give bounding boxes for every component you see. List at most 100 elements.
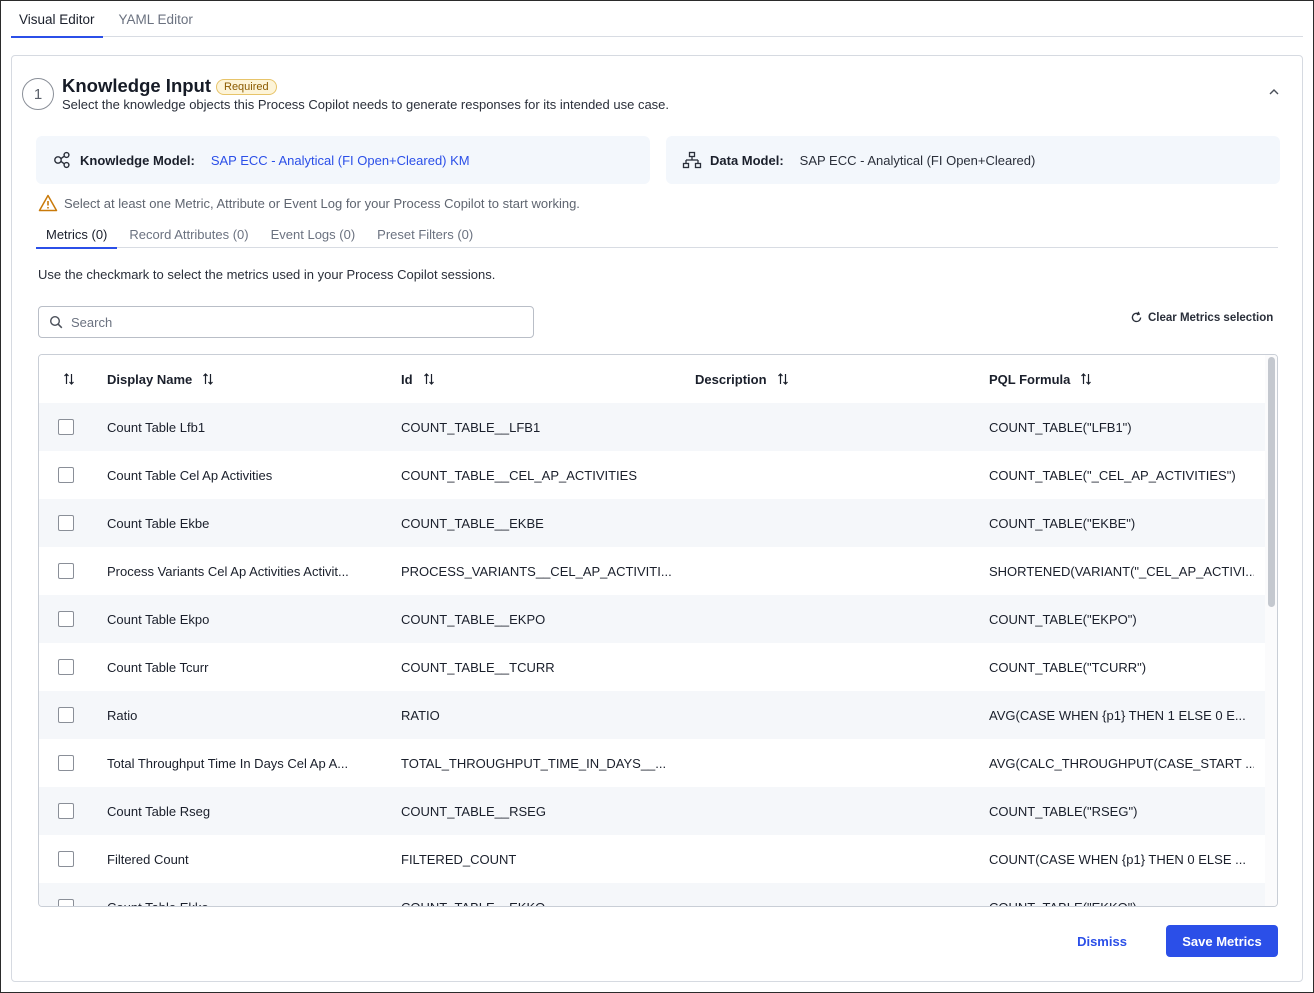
knowledge-tabs: Metrics (0) Record Attributes (0) Event …: [36, 220, 1278, 249]
cell-description: [695, 499, 975, 547]
cell-pql-formula: COUNT_TABLE("LFB1"): [989, 419, 1132, 435]
cell-id: PROCESS_VARIANTS__CEL_AP_ACTIVITI...: [401, 563, 672, 579]
row-checkbox[interactable]: [58, 851, 74, 867]
tab-metrics[interactable]: Metrics (0): [36, 220, 118, 249]
search-field[interactable]: [38, 306, 534, 338]
cell-id: COUNT_TABLE__CEL_AP_ACTIVITIES: [401, 467, 638, 483]
section-subtitle: Select the knowledge objects this Proces…: [62, 97, 670, 112]
cell-pql-formula: COUNT_TABLE("_CEL_AP_ACTIVITIES"): [989, 467, 1236, 483]
cell-display-name: Count Table Tcurr: [107, 659, 209, 675]
column-header-display-name[interactable]: Display Name: [107, 355, 214, 403]
cell-description: [695, 883, 975, 906]
cell-id: COUNT_TABLE__EKPO: [401, 611, 546, 627]
row-checkbox[interactable]: [58, 515, 74, 531]
cell-pql-formula: COUNT_TABLE("TCURR"): [989, 659, 1147, 675]
section-title: Knowledge Input: [62, 75, 212, 96]
cell-id: TOTAL_THROUGHPUT_TIME_IN_DAYS__...: [401, 755, 667, 771]
row-checkbox[interactable]: [58, 707, 74, 723]
column-label: Id: [401, 371, 413, 387]
knowledge-model-box: Knowledge Model: SAP ECC - Analytical (F…: [36, 136, 650, 184]
cell-description: [695, 547, 975, 595]
cell-display-name: Filtered Count: [107, 851, 189, 867]
knowledge-model-link[interactable]: SAP ECC - Analytical (FI Open+Cleared) K…: [211, 153, 470, 168]
row-checkbox[interactable]: [58, 899, 74, 906]
table-header: Display Name Id Description PQL Formula: [39, 355, 1265, 403]
row-checkbox[interactable]: [58, 419, 74, 435]
cell-pql-formula: SHORTENED(VARIANT("_CEL_AP_ACTIVI...: [989, 563, 1254, 579]
warning-message: Select at least one Metric, Attribute or…: [38, 193, 580, 213]
table-row: Process Variants Cel Ap Activities Activ…: [39, 547, 1265, 595]
cell-display-name: Total Throughput Time In Days Cel Ap A..…: [107, 755, 349, 771]
required-badge: Required: [216, 79, 277, 95]
knowledge-input-card: 1 Knowledge Input Required Select the kn…: [11, 55, 1303, 982]
data-model-label: Data Model:: [710, 152, 784, 168]
step-number: 1: [22, 78, 54, 110]
cell-pql-formula: COUNT(CASE WHEN {p1} THEN 0 ELSE ...: [989, 851, 1246, 867]
scrollbar-thumb[interactable]: [1268, 357, 1275, 607]
cell-display-name: Count Table Lfb1: [107, 419, 206, 435]
sort-icon[interactable]: [423, 373, 435, 385]
sort-icon[interactable]: [777, 373, 789, 385]
editor-tabs: Visual Editor YAML Editor: [11, 1, 1303, 38]
row-checkbox[interactable]: [58, 803, 74, 819]
clear-metrics-button[interactable]: Clear Metrics selection: [1130, 311, 1273, 324]
cell-display-name: Count Table Rseg: [107, 803, 211, 819]
tab-event-logs[interactable]: Event Logs (0): [261, 220, 366, 248]
instructions-text: Use the checkmark to select the metrics …: [38, 267, 496, 282]
table-row: Count Table Rseg COUNT_TABLE__RSEG COUNT…: [39, 787, 1265, 835]
cell-pql-formula: COUNT_TABLE("EKKO"): [989, 899, 1137, 907]
sort-icon[interactable]: [1080, 373, 1092, 385]
row-checkbox[interactable]: [58, 659, 74, 675]
tab-record-attributes[interactable]: Record Attributes (0): [119, 220, 258, 248]
data-model-icon: [682, 150, 702, 170]
clear-metrics-label: Clear Metrics selection: [1148, 311, 1274, 324]
warning-text: Select at least one Metric, Attribute or…: [64, 195, 580, 211]
cell-display-name: Count Table Ekko: [107, 899, 209, 907]
cell-id: COUNT_TABLE__EKKO: [401, 899, 546, 907]
cell-pql-formula: COUNT_TABLE("RSEG"): [989, 803, 1138, 819]
table-row: Count Table Tcurr COUNT_TABLE__TCURR COU…: [39, 643, 1265, 691]
data-model-box: Data Model: SAP ECC - Analytical (FI Ope…: [666, 136, 1280, 184]
column-label: Description: [695, 371, 767, 387]
cell-display-name: Process Variants Cel Ap Activities Activ…: [107, 563, 349, 579]
data-model-value: SAP ECC - Analytical (FI Open+Cleared): [799, 152, 1036, 168]
metrics-table: Display Name Id Description PQL Formula …: [38, 354, 1278, 907]
column-header-description[interactable]: Description: [695, 355, 789, 403]
table-row: Ratio RATIO AVG(CASE WHEN {p1} THEN 1 EL…: [39, 691, 1265, 739]
knowledge-model-icon: [52, 150, 72, 170]
column-header-id[interactable]: Id: [401, 355, 435, 403]
cell-id: COUNT_TABLE__EKBE: [401, 515, 544, 531]
cell-pql-formula: AVG(CASE WHEN {p1} THEN 1 ELSE 0 E...: [989, 707, 1246, 723]
cell-pql-formula: COUNT_TABLE("EKBE"): [989, 515, 1136, 531]
knowledge-model-label: Knowledge Model:: [80, 152, 195, 168]
sort-icon[interactable]: [202, 373, 214, 385]
table-row: Count Table Ekbe COUNT_TABLE__EKBE COUNT…: [39, 499, 1265, 547]
cell-display-name: Count Table Ekpo: [107, 611, 210, 627]
search-input[interactable]: [71, 314, 533, 330]
column-label: PQL Formula: [989, 371, 1071, 387]
table-scrollbar[interactable]: [1265, 355, 1277, 906]
row-checkbox[interactable]: [58, 755, 74, 771]
save-metrics-button[interactable]: Save Metrics: [1166, 925, 1278, 957]
refresh-icon: [1130, 311, 1143, 324]
tab-yaml-editor[interactable]: YAML Editor: [111, 1, 201, 37]
tab-preset-filters[interactable]: Preset Filters (0): [367, 220, 483, 248]
table-row: Count Table Ekko COUNT_TABLE__EKKO COUNT…: [39, 883, 1265, 907]
app-frame: Visual Editor YAML Editor 1 Knowledge In…: [0, 0, 1314, 993]
tab-visual-editor[interactable]: Visual Editor: [11, 1, 103, 38]
dismiss-button[interactable]: Dismiss: [1070, 925, 1134, 957]
cell-id: COUNT_TABLE__RSEG: [401, 803, 546, 819]
row-checkbox[interactable]: [58, 467, 74, 483]
table-row: Count Table Cel Ap Activities COUNT_TABL…: [39, 451, 1265, 499]
cell-id: FILTERED_COUNT: [401, 851, 517, 867]
row-checkbox[interactable]: [58, 563, 74, 579]
table-row: Count Table Lfb1 COUNT_TABLE__LFB1 COUNT…: [39, 403, 1265, 451]
cell-description: [695, 835, 975, 883]
cell-display-name: Ratio: [107, 707, 138, 723]
column-header-pql-formula[interactable]: PQL Formula: [989, 355, 1092, 403]
cell-id: RATIO: [401, 707, 440, 723]
row-checkbox[interactable]: [58, 611, 74, 627]
chevron-up-icon[interactable]: [1266, 84, 1282, 100]
select-all-sort-icon[interactable]: [63, 355, 75, 403]
cell-description: [695, 451, 975, 499]
